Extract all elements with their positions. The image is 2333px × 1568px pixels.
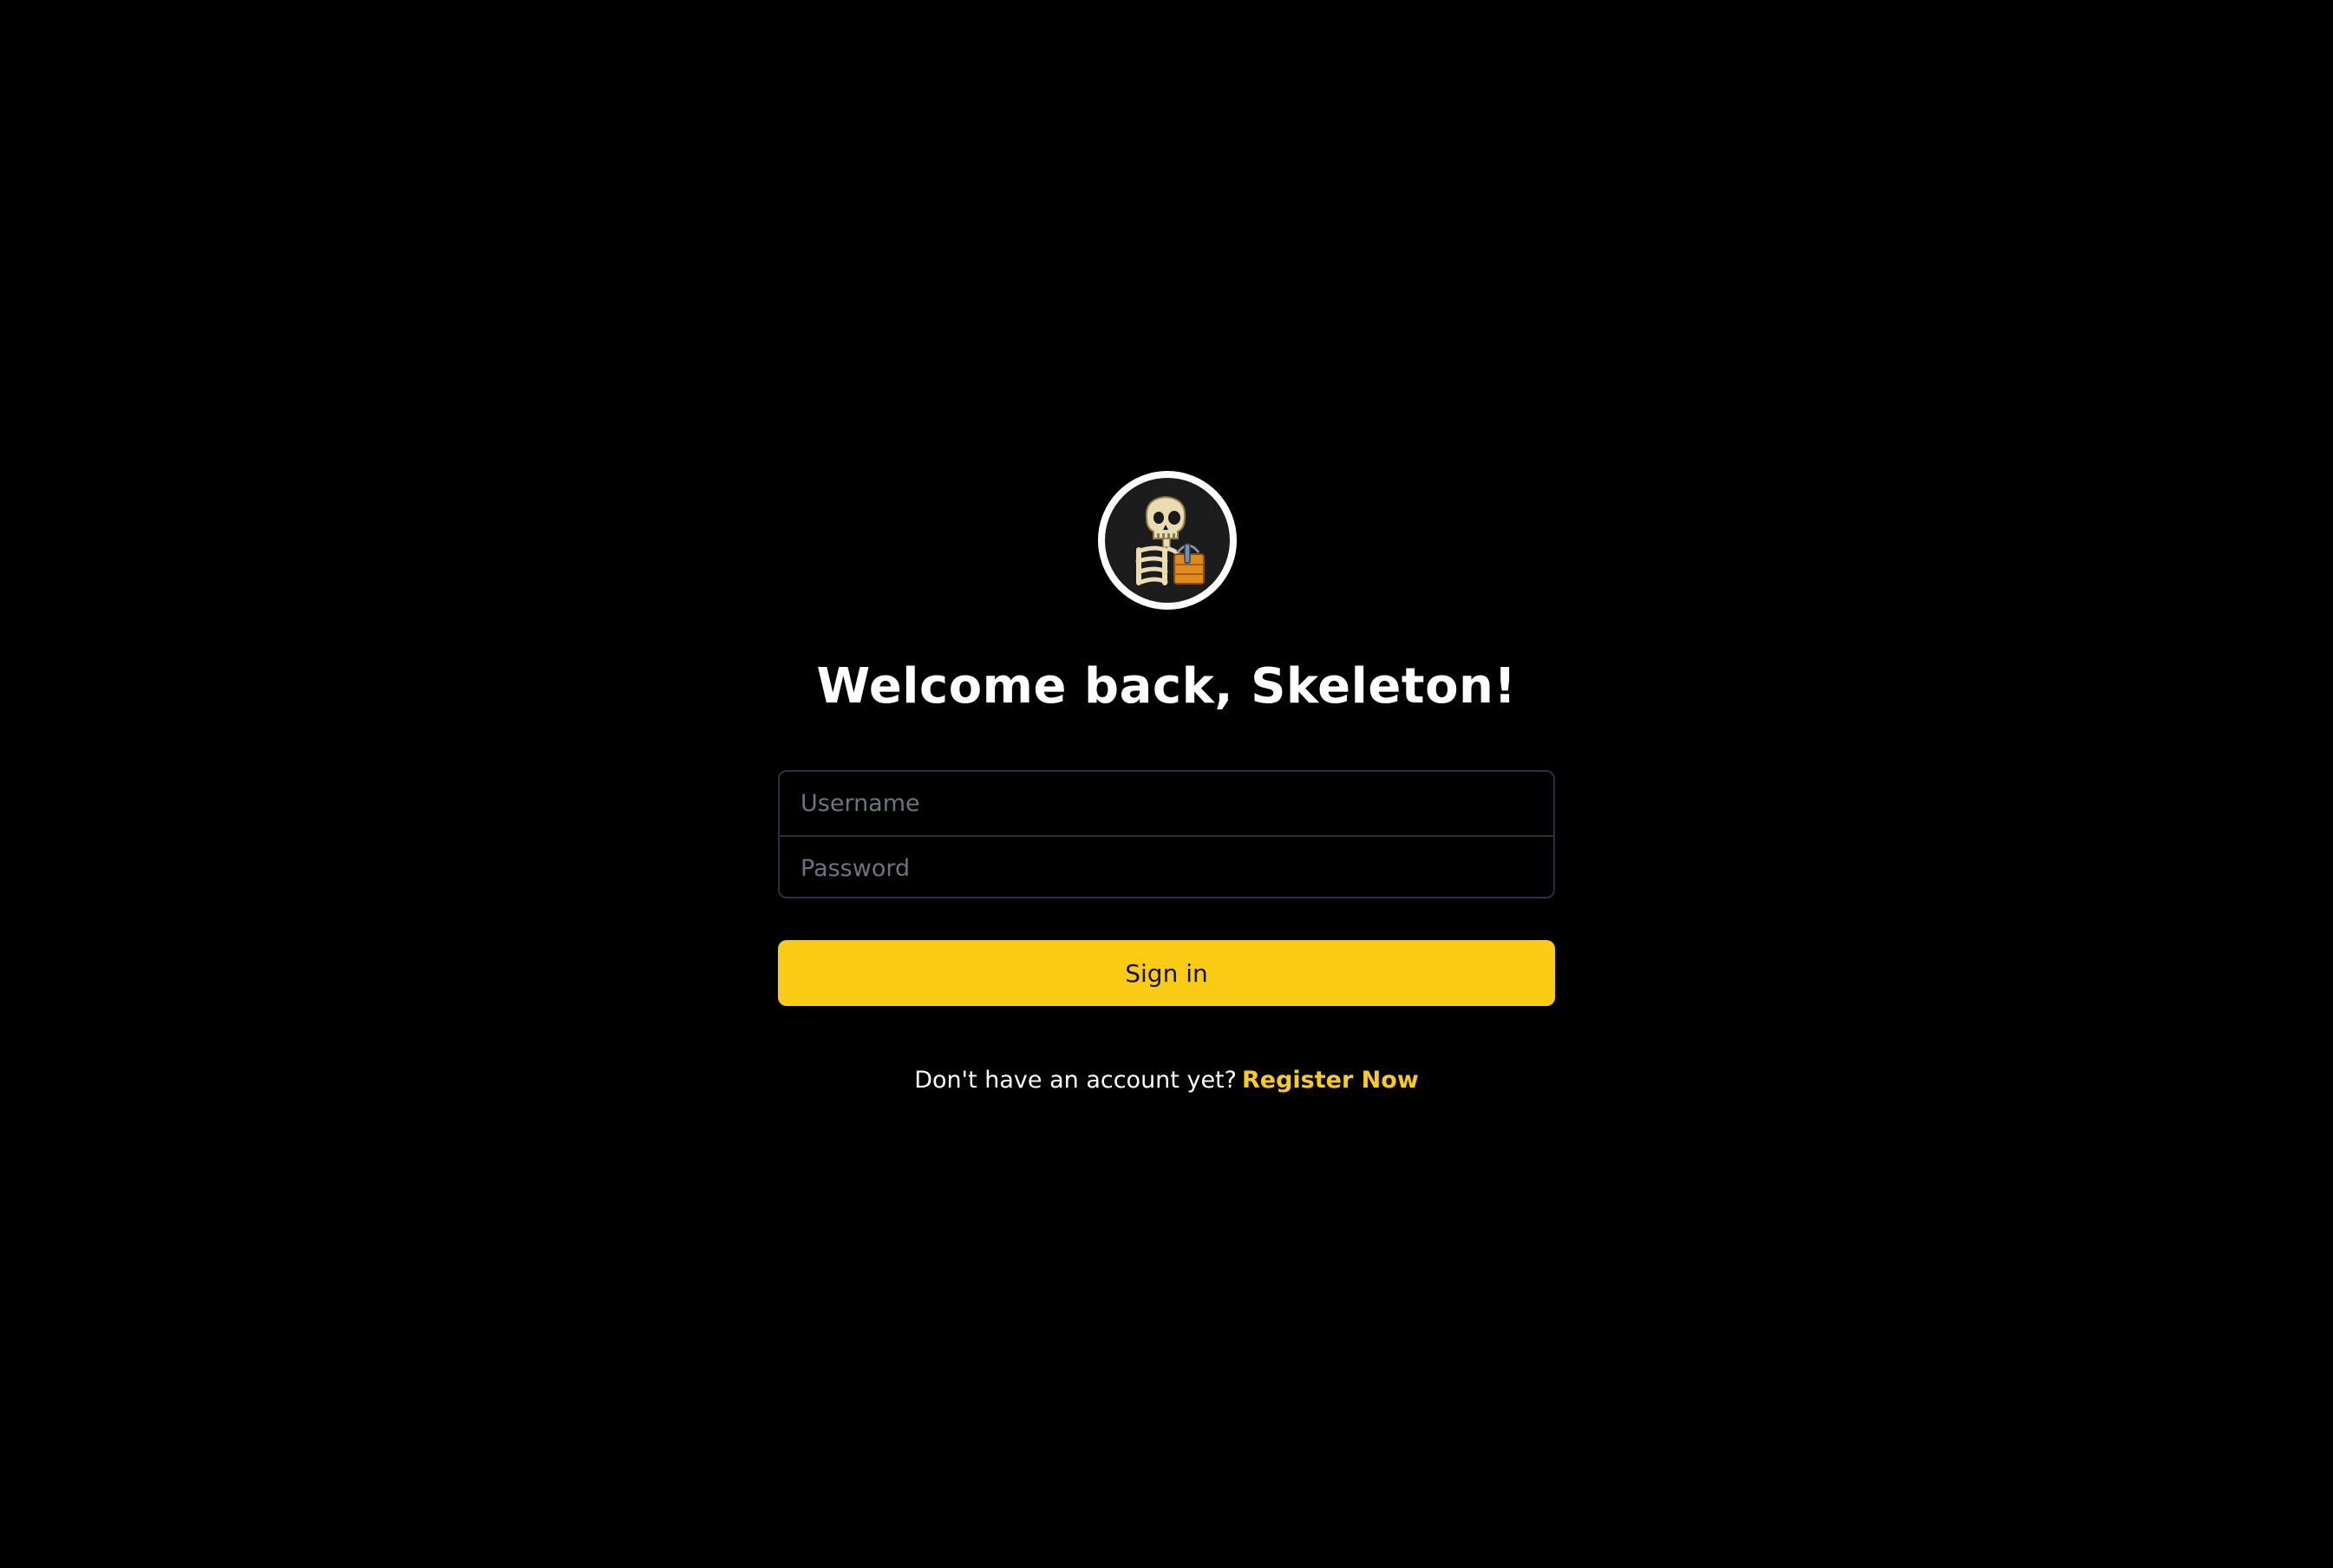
login-page: Welcome back, Skeleton! Sign in Don't ha… bbox=[0, 0, 2333, 1568]
username-input[interactable] bbox=[780, 772, 1553, 835]
page-title: Welcome back, Skeleton! bbox=[816, 658, 1517, 715]
register-now-link[interactable]: Register Now bbox=[1242, 1067, 1419, 1094]
password-input[interactable] bbox=[780, 837, 1553, 897]
credentials-group bbox=[778, 770, 1555, 898]
register-line: Don't have an account yet? Register Now bbox=[0, 1063, 2333, 1098]
avatar bbox=[1098, 471, 1237, 610]
skeleton-with-basket-icon bbox=[1135, 495, 1205, 585]
sign-in-button[interactable]: Sign in bbox=[778, 940, 1555, 1006]
register-prompt: Don't have an account yet? bbox=[914, 1067, 1237, 1094]
